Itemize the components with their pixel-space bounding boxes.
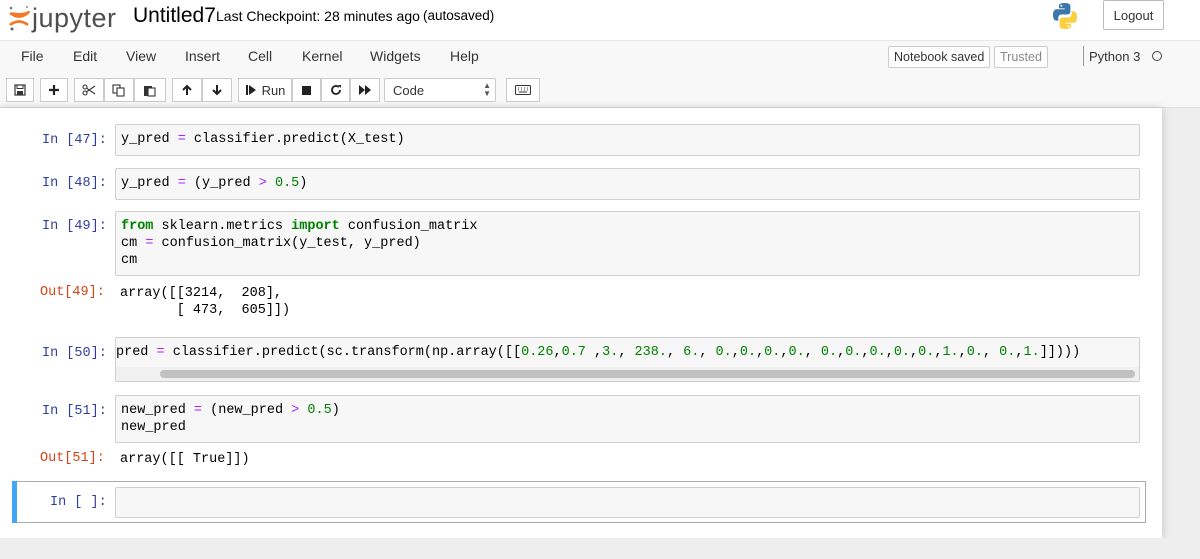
refresh-icon bbox=[330, 85, 341, 95]
notebook-saved-indicator: Notebook saved bbox=[888, 46, 991, 68]
copy-icon bbox=[112, 83, 125, 97]
menu-widgets[interactable]: Widgets bbox=[370, 48, 421, 64]
code-text: pred = classifier.predict(sc.transform(n… bbox=[116, 345, 1081, 360]
code-cell-empty[interactable] bbox=[115, 487, 1140, 518]
arrow-up-icon bbox=[182, 84, 192, 95]
code-cell-49[interactable]: from sklearn.metrics import confusion_ma… bbox=[115, 211, 1140, 276]
horizontal-scrollbar-thumb[interactable] bbox=[160, 370, 1135, 378]
trusted-indicator[interactable]: Trusted bbox=[994, 46, 1048, 68]
logout-button[interactable]: Logout bbox=[1103, 0, 1164, 30]
code-text: new_pred = (new_pred > 0.5) new_pred bbox=[121, 403, 340, 435]
output-prompt: Out[51]: bbox=[40, 451, 105, 466]
select-arrows-icon: ▲ ▼ bbox=[483, 81, 491, 98]
plus-icon bbox=[49, 85, 59, 95]
menu-view[interactable]: View bbox=[126, 48, 156, 64]
kernel-name[interactable]: Python 3 bbox=[1089, 49, 1140, 64]
save-button[interactable] bbox=[6, 78, 34, 102]
step-forward-icon bbox=[245, 85, 256, 95]
restart-run-all-button[interactable] bbox=[350, 78, 380, 102]
arrow-down-icon bbox=[212, 85, 222, 96]
input-prompt: In [48]: bbox=[42, 176, 107, 191]
keyboard-icon bbox=[515, 85, 531, 95]
menu-edit[interactable]: Edit bbox=[73, 48, 97, 64]
paste-button[interactable] bbox=[134, 78, 166, 102]
python-logo-icon bbox=[1053, 3, 1077, 29]
notebook-title[interactable]: Untitled7 bbox=[133, 4, 216, 28]
scissors-icon bbox=[82, 84, 96, 96]
menu-insert[interactable]: Insert bbox=[185, 48, 220, 64]
insert-cell-button[interactable] bbox=[40, 78, 68, 102]
code-cell-50[interactable]: pred = classifier.predict(sc.transform(n… bbox=[115, 337, 1140, 382]
code-cell-48[interactable]: y_pred = (y_pred > 0.5) bbox=[115, 168, 1140, 200]
jupyter-logo-text: jupyter bbox=[32, 2, 117, 33]
stop-icon bbox=[302, 85, 311, 95]
kernel-idle-icon bbox=[1152, 51, 1162, 61]
cut-button[interactable] bbox=[74, 78, 104, 102]
input-prompt: In [49]: bbox=[42, 219, 107, 234]
menu-kernel[interactable]: Kernel bbox=[302, 48, 342, 64]
fast-forward-icon bbox=[359, 85, 371, 95]
cell-type-value: Code bbox=[393, 82, 425, 98]
notebook-header: jupyter Untitled7 Last Checkpoint: 28 mi… bbox=[0, 0, 1200, 40]
output-prompt: Out[49]: bbox=[40, 285, 105, 300]
input-prompt: In [51]: bbox=[42, 404, 107, 419]
jupyter-logo-icon bbox=[8, 5, 30, 31]
paste-icon bbox=[144, 85, 156, 97]
restart-button[interactable] bbox=[321, 78, 350, 102]
menu-file[interactable]: File bbox=[21, 48, 44, 64]
input-prompt: In [ ]: bbox=[50, 495, 107, 510]
interrupt-button[interactable] bbox=[292, 78, 321, 102]
code-cell-47[interactable]: y_pred = classifier.predict(X_test) bbox=[115, 124, 1140, 156]
last-checkpoint: Last Checkpoint: 28 minutes ago bbox=[216, 8, 420, 24]
page-bottom-margin bbox=[0, 538, 1200, 559]
input-prompt: In [47]: bbox=[42, 133, 107, 148]
code-text: from sklearn.metrics import confusion_ma… bbox=[121, 219, 478, 268]
menu-cell[interactable]: Cell bbox=[248, 48, 272, 64]
run-label: Run bbox=[261, 82, 286, 98]
cell-output: array([[3214, 208], [ 473, 605]]) bbox=[120, 286, 291, 318]
cell-output: array([[ True]]) bbox=[120, 452, 250, 467]
code-cell-51[interactable]: new_pred = (new_pred > 0.5) new_pred bbox=[115, 395, 1140, 443]
kernel-divider bbox=[1083, 46, 1084, 66]
selected-cell-indicator bbox=[12, 481, 17, 523]
input-prompt: In [50]: bbox=[42, 346, 107, 361]
move-down-button[interactable] bbox=[202, 78, 232, 102]
menu-help[interactable]: Help bbox=[450, 48, 479, 64]
cell-type-select[interactable]: Code ▲ ▼ bbox=[384, 78, 496, 102]
run-button[interactable]: Run bbox=[238, 78, 292, 102]
save-icon bbox=[14, 84, 26, 96]
copy-button[interactable] bbox=[104, 78, 134, 102]
menubar: File Edit View Insert Cell Kernel Widget… bbox=[0, 40, 1200, 70]
move-up-button[interactable] bbox=[172, 78, 202, 102]
code-text: y_pred = classifier.predict(X_test) bbox=[121, 132, 405, 147]
autosave-status: (autosaved) bbox=[423, 8, 495, 23]
code-text: y_pred = (y_pred > 0.5) bbox=[121, 176, 308, 191]
jupyter-logo[interactable]: jupyter bbox=[8, 2, 117, 33]
command-palette-button[interactable] bbox=[506, 78, 540, 102]
